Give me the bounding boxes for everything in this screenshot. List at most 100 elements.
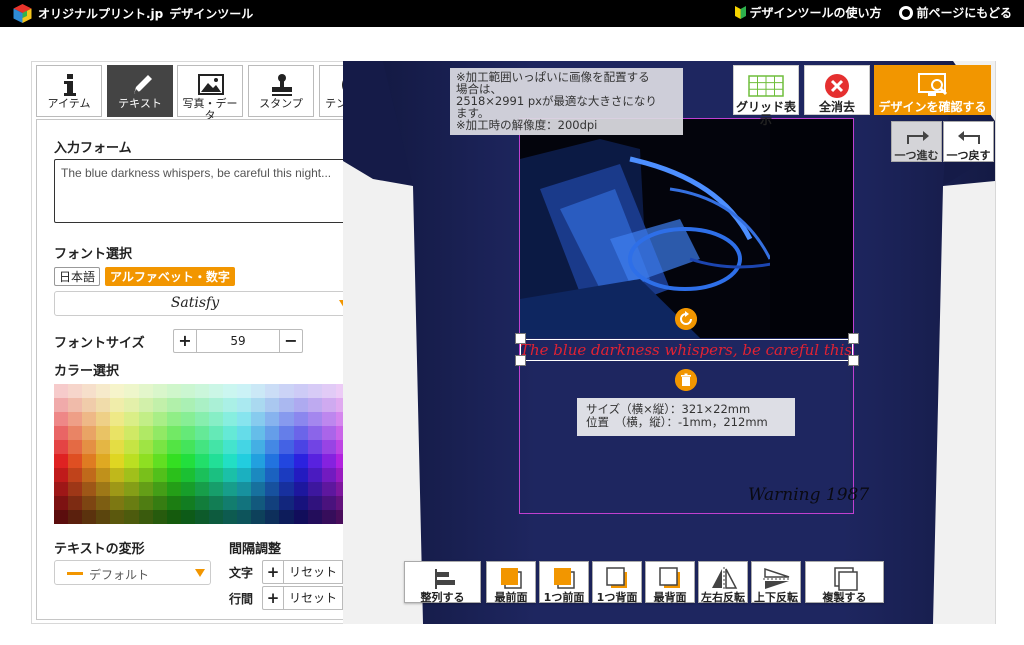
color-swatch[interactable] <box>152 398 167 412</box>
color-swatch[interactable] <box>279 412 294 426</box>
color-swatch[interactable] <box>124 496 139 510</box>
color-swatch[interactable] <box>321 426 336 440</box>
duplicate-button[interactable]: 複製する <box>805 561 884 603</box>
color-swatch[interactable] <box>96 454 111 468</box>
color-swatch[interactable] <box>180 454 195 468</box>
color-swatch[interactable] <box>152 468 167 482</box>
color-swatch[interactable] <box>124 454 139 468</box>
color-swatch[interactable] <box>54 440 69 454</box>
color-swatch[interactable] <box>208 440 224 454</box>
color-swatch[interactable] <box>68 454 83 468</box>
back-page-link[interactable]: 前ページにもどる <box>899 4 1012 21</box>
color-swatch[interactable] <box>208 496 224 510</box>
bring-forward-button[interactable]: 1つ前面 <box>539 561 589 603</box>
color-swatch[interactable] <box>166 510 181 524</box>
font-size-value[interactable]: 59 <box>196 330 280 352</box>
color-swatch[interactable] <box>321 412 336 426</box>
color-swatch[interactable] <box>194 426 209 440</box>
color-swatch[interactable] <box>237 468 252 482</box>
color-swatch[interactable] <box>223 384 238 398</box>
japanese-font-button[interactable]: 日本語 <box>54 267 101 286</box>
color-swatch[interactable] <box>152 510 167 524</box>
color-swatch[interactable] <box>223 496 238 510</box>
color-swatch[interactable] <box>265 440 280 454</box>
undo-button[interactable]: 一つ戻す <box>943 121 994 162</box>
color-swatch[interactable] <box>293 412 308 426</box>
color-swatch[interactable] <box>110 510 125 524</box>
color-swatch[interactable] <box>265 454 280 468</box>
color-swatch[interactable] <box>54 482 69 496</box>
color-swatch[interactable] <box>265 468 280 482</box>
color-swatch[interactable] <box>279 468 294 482</box>
color-swatch[interactable] <box>223 412 238 426</box>
color-swatch[interactable] <box>293 496 308 510</box>
char-spacing-reset-button[interactable]: リセット <box>283 561 343 583</box>
rotate-icon[interactable] <box>675 308 697 330</box>
color-swatch[interactable] <box>138 426 153 440</box>
color-swatch[interactable] <box>82 454 97 468</box>
color-swatch[interactable] <box>110 482 125 496</box>
color-swatch[interactable] <box>152 496 167 510</box>
color-swatch[interactable] <box>223 468 238 482</box>
color-swatch[interactable] <box>138 468 153 482</box>
color-swatch[interactable] <box>152 440 167 454</box>
line-spacing-reset-button[interactable]: リセット <box>283 587 343 609</box>
color-swatch[interactable] <box>307 398 322 412</box>
font-size-increase-button[interactable]: + <box>174 330 196 352</box>
color-swatch[interactable] <box>82 496 97 510</box>
tab-text[interactable]: テキスト <box>107 65 173 117</box>
color-swatch[interactable] <box>124 510 139 524</box>
color-swatch[interactable] <box>124 468 139 482</box>
color-swatch[interactable] <box>124 412 139 426</box>
color-swatch[interactable] <box>237 412 252 426</box>
color-swatch[interactable] <box>180 468 195 482</box>
color-swatch[interactable] <box>307 384 322 398</box>
color-swatch[interactable] <box>152 482 167 496</box>
color-swatch[interactable] <box>265 384 280 398</box>
color-swatch[interactable] <box>110 468 125 482</box>
color-swatch[interactable] <box>237 384 252 398</box>
resize-handle-top-right[interactable] <box>848 333 859 344</box>
send-to-back-button[interactable]: 最背面 <box>645 561 695 603</box>
color-swatch[interactable] <box>307 412 322 426</box>
color-swatch[interactable] <box>96 468 111 482</box>
color-swatch[interactable] <box>82 482 97 496</box>
how-to-use-link[interactable]: デザインツールの使い方 <box>735 4 881 21</box>
tab-item[interactable]: アイテム <box>36 65 102 117</box>
color-swatch[interactable] <box>96 412 111 426</box>
color-swatch[interactable] <box>208 412 224 426</box>
color-swatch[interactable] <box>223 510 238 524</box>
color-swatch[interactable] <box>180 510 195 524</box>
color-swatch[interactable] <box>237 440 252 454</box>
align-button[interactable]: 整列する <box>404 561 481 603</box>
color-swatch[interactable] <box>138 510 153 524</box>
font-size-decrease-button[interactable]: − <box>280 330 302 352</box>
resize-handle-bottom-left[interactable] <box>515 355 526 366</box>
color-swatch[interactable] <box>68 440 83 454</box>
color-swatch[interactable] <box>223 454 238 468</box>
color-swatch[interactable] <box>110 440 125 454</box>
color-swatch[interactable] <box>237 510 252 524</box>
resize-handle-bottom-right[interactable] <box>848 355 859 366</box>
color-swatch[interactable] <box>180 496 195 510</box>
color-swatch[interactable] <box>265 510 280 524</box>
send-backward-button[interactable]: 1つ背面 <box>592 561 642 603</box>
color-swatch[interactable] <box>208 468 224 482</box>
color-swatch[interactable] <box>68 468 83 482</box>
redo-button[interactable]: 一つ進む <box>891 121 942 162</box>
color-swatch[interactable] <box>251 496 266 510</box>
color-swatch[interactable] <box>180 412 195 426</box>
color-swatch[interactable] <box>208 398 224 412</box>
color-swatch[interactable] <box>124 440 139 454</box>
color-swatch[interactable] <box>82 412 97 426</box>
color-swatch[interactable] <box>54 412 69 426</box>
color-swatch[interactable] <box>208 482 224 496</box>
bring-to-front-button[interactable]: 最前面 <box>486 561 536 603</box>
color-swatch[interactable] <box>152 454 167 468</box>
color-swatch[interactable] <box>138 454 153 468</box>
color-swatch[interactable] <box>251 412 266 426</box>
trash-icon[interactable] <box>675 369 697 391</box>
color-swatch[interactable] <box>321 510 336 524</box>
signature-text-layer[interactable]: Warning 1987 <box>748 485 869 505</box>
color-swatch[interactable] <box>166 426 181 440</box>
